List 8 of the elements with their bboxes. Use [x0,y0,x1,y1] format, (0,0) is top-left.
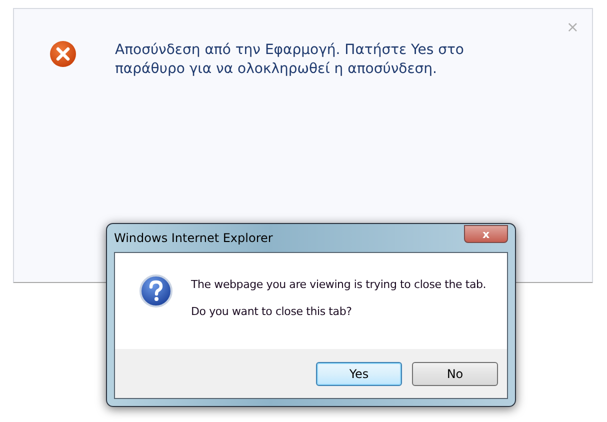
dialog-text: The webpage you are viewing is trying to close the tab. [191,278,486,291]
dialog-text: Do you want to close this tab? [191,305,353,318]
question-icon [139,274,173,308]
window-title: Windows Internet Explorer [114,231,273,245]
yes-button[interactable]: Yes [316,362,402,386]
logout-message: Αποσύνδεση από την Εφαρμογή. Πατήστε Yes στο παράθυρο για να ολοκληρωθεί η αποσύνδεση. [115,41,465,79]
error-icon [49,40,77,68]
no-button[interactable]: No [412,362,498,386]
